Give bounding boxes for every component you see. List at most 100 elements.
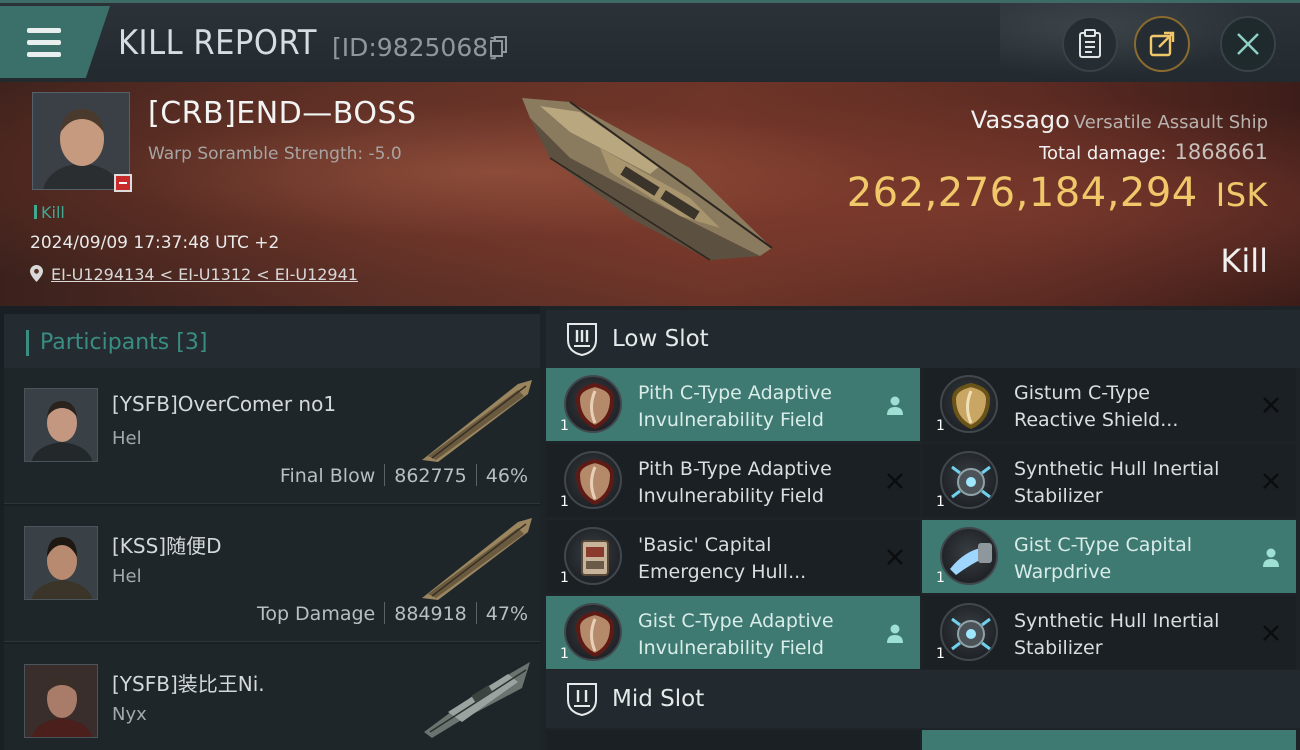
participant-name: [KSS]随便D (112, 534, 222, 558)
participant-ship: Hel (112, 566, 142, 587)
participant-stats: Final Blow 862775 46% (280, 464, 528, 487)
victim-ship[interactable]: Vassago Versatile Assault Ship (971, 106, 1268, 134)
participant-damage: 862775 (394, 465, 467, 487)
participant-ship-image (422, 380, 532, 462)
total-damage: Total damage: 1868661 (1039, 140, 1268, 164)
participant-ship: Hel (112, 428, 142, 449)
kill-tag: Kill (34, 203, 65, 222)
participant-name: [YSFB]装比王Ni. (112, 672, 265, 696)
close-button[interactable] (1220, 16, 1276, 72)
location-path[interactable]: EI-U1294134 < EI-U1312 < EI-U12941 (51, 265, 358, 284)
kill-datetime: 2024/09/09 17:37:48 UTC +2 (30, 233, 280, 253)
participants-count: [3] (176, 330, 208, 355)
module-item[interactable]: 1 Synthetic Hull Inertial Stabilizer (922, 596, 1296, 669)
module-item[interactable]: 1 Pith B-Type Adaptive Invulnerability Fi… (546, 444, 920, 517)
isk-unit: ISK (1215, 176, 1268, 214)
low-slot-icon (567, 323, 597, 356)
module-qty: 1 (936, 494, 945, 510)
share-button[interactable] (1134, 16, 1190, 72)
menu-button[interactable] (0, 6, 110, 78)
warp-scramble-strength: Warp Soramble Strength: -5.0 (148, 144, 402, 164)
module-name: Synthetic Hull Inertial Stabilizer (1014, 610, 1220, 659)
stabilizer-module-icon (940, 451, 998, 509)
module-item[interactable]: 1 'Basic' Capital Emergency Hull... (546, 520, 920, 593)
module-qty: 1 (936, 646, 945, 662)
shield-module-icon (940, 375, 998, 433)
destroyed-icon (887, 549, 903, 565)
dropped-icon (1263, 548, 1279, 567)
participant-ship-image (424, 662, 530, 738)
location-pin-icon (30, 265, 43, 282)
participant-row[interactable]: [KSS]随便D Hel Top Damage 884918 47% (4, 506, 540, 642)
page-title: KILL REPORT (118, 23, 317, 63)
module-item[interactable]: 1 Gist C-Type Capital Warpdrive (922, 520, 1296, 593)
low-slot-header: Low Slot (546, 310, 1300, 368)
close-icon (1237, 33, 1259, 55)
low-slot-label: Low Slot (612, 326, 709, 352)
participant-stats: Top Damage 884918 47% (257, 602, 528, 625)
destroyed-icon (887, 473, 903, 489)
module-name: Gist C-Type Adaptive Invulnerability Fiel… (638, 610, 834, 659)
clipboard-icon (1079, 29, 1101, 58)
module-qty: 1 (936, 418, 945, 434)
avatar (24, 388, 98, 462)
dropped-icon (887, 624, 903, 643)
isk-amount: 262,276,184,294 (846, 170, 1198, 216)
mid-slot-header: Mid Slot (546, 670, 1300, 728)
destroyed-icon (1263, 625, 1279, 641)
shield-module-icon (564, 603, 622, 661)
participants-header: Participants [3] (4, 314, 540, 372)
victim-banner: [CRB]END—BOSS Warp Soramble Strength: -5… (0, 82, 1300, 306)
module-name: Pith C-Type Adaptive Invulnerability Fiel… (638, 382, 832, 431)
participant-row[interactable]: [YSFB]装比王Ni. Nyx (4, 644, 540, 750)
participant-role: Final Blow (279, 465, 376, 487)
avatar (24, 664, 98, 738)
result-label: Kill (1220, 242, 1268, 280)
module-qty: 1 (936, 570, 945, 586)
participant-row[interactable]: [YSFB]OverComer no1 Hel Final Blow 862775… (4, 368, 540, 504)
stabilizer-module-icon (940, 603, 998, 661)
module-item[interactable]: 1 Gist C-Type Adaptive Invulnerability Fi… (546, 596, 920, 669)
module-item[interactable]: 1 Synthetic Hull Inertial Stabilizer (922, 444, 1296, 517)
clipboard-button[interactable] (1062, 16, 1118, 72)
module-name: Pith B-Type Adaptive Invulnerability Fiel… (638, 458, 832, 507)
isk-value: 262,276,184,294 ISK (847, 170, 1268, 216)
kill-location[interactable]: EI-U1294134 < EI-U1312 < EI-U12941 (30, 265, 358, 284)
top-bar: KILL REPORT [ID:9825068] (0, 0, 1300, 85)
participant-name: [YSFB]OverComer no1 (112, 392, 337, 416)
victim-name[interactable]: [CRB]END—BOSS (148, 96, 417, 131)
module-name: Gist C-Type Capital Warpdrive (1014, 534, 1193, 583)
menu-icon (27, 28, 61, 33)
copy-icon[interactable] (490, 36, 508, 58)
victim-ship-image (522, 98, 773, 261)
hull-module-icon (564, 527, 622, 585)
participant-ship: Nyx (112, 704, 147, 725)
participant-role: Top Damage (256, 603, 376, 625)
module-item[interactable] (546, 730, 920, 750)
mid-slot-icon (567, 683, 597, 716)
mid-slot-label: Mid Slot (612, 686, 705, 712)
shield-module-icon (564, 451, 622, 509)
module-name: Gistum C-Type Reactive Shield... (1014, 382, 1179, 431)
warpdrive-module-icon (940, 527, 998, 585)
module-item[interactable]: 1 Gistum C-Type Reactive Shield... (922, 368, 1296, 441)
module-qty: 1 (560, 570, 569, 586)
hostile-badge (114, 174, 132, 192)
total-damage-value: 1868661 (1174, 140, 1268, 164)
share-icon (1149, 31, 1175, 57)
avatar (24, 526, 98, 600)
ship-class: Versatile Assault Ship (1073, 112, 1268, 133)
module-name: Synthetic Hull Inertial Stabilizer (1014, 458, 1220, 507)
module-item[interactable]: 1 Pith C-Type Adaptive Invulnerability Fi… (546, 368, 920, 441)
destroyed-icon (1263, 397, 1279, 413)
participants-panel: Participants [3] [YSFB]OverComer no1 Hel… (0, 306, 540, 750)
dropped-icon (887, 396, 903, 415)
module-qty: 1 (560, 646, 569, 662)
participant-ship-image (422, 518, 532, 600)
fitting-panel: Low Slot 1 Pith C-Type Adaptive Invulnera… (540, 306, 1300, 750)
total-damage-label: Total damage: (1039, 143, 1167, 164)
participant-percent: 47% (485, 603, 528, 625)
module-item[interactable] (922, 730, 1296, 750)
ship-name: Vassago (970, 106, 1070, 134)
module-qty: 1 (560, 418, 569, 434)
